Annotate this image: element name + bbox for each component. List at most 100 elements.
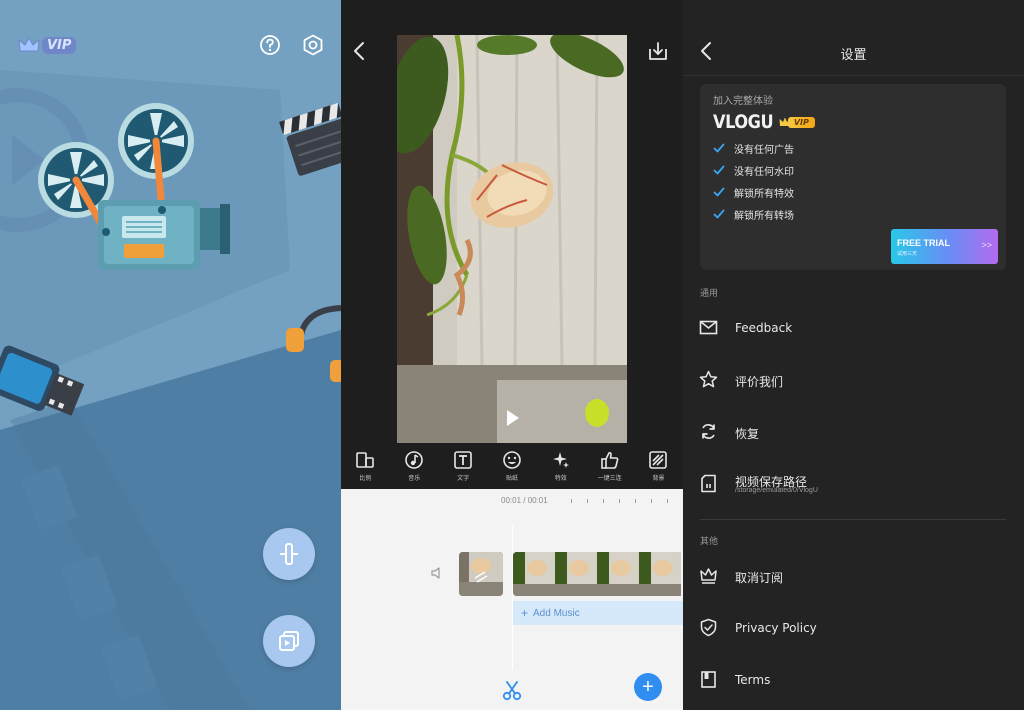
tool-triple-like[interactable]: 一键三连 [590, 450, 630, 482]
free-trial-sub: 试用三天 [897, 251, 918, 257]
tool-effects[interactable]: 特效 [541, 450, 581, 482]
sticker-icon [503, 451, 521, 469]
scissors-icon[interactable] [501, 679, 523, 701]
tool-ratio-label: 比例 [359, 475, 372, 482]
free-trial-button[interactable]: FREE TRIAL 试用三天 >> [891, 229, 998, 264]
editor-toolbar: 比例 音乐 文字 贴纸 特效 一键三连 背景 [341, 443, 683, 489]
sd-card-icon [701, 474, 716, 493]
check-icon [713, 165, 725, 175]
video-frame-image [397, 35, 627, 443]
vip-promo-card: 加入完整体验 VLOGU VIP 没有任何广告 没有任何水印 解锁所有特效 解锁… [700, 84, 1006, 270]
text-icon [454, 451, 472, 469]
add-clip-button[interactable]: + [634, 673, 662, 701]
perk-label: 解锁所有转场 [734, 210, 794, 222]
add-music-button[interactable]: + Add Music [513, 601, 683, 625]
help-icon[interactable] [259, 34, 281, 56]
editor-screen: 比例 音乐 文字 贴纸 特效 一键三连 背景 00:01 / 00:01 + A… [341, 0, 683, 710]
privacy-policy-row[interactable]: Privacy Policy [683, 610, 1024, 646]
rate-us-row[interactable]: 评价我们 [683, 362, 1024, 398]
tool-text-label: 文字 [457, 475, 470, 482]
plus-icon: + [521, 606, 529, 620]
home-illustration [0, 0, 341, 710]
unsubscribe-label: 取消订阅 [735, 571, 784, 585]
effects-icon [552, 452, 569, 468]
music-icon [405, 451, 424, 469]
section-general: 通用 [700, 289, 719, 299]
tool-music[interactable]: 音乐 [394, 450, 434, 482]
vip-label: VIP [42, 36, 77, 54]
perk-item: 解锁所有转场 [713, 207, 794, 222]
vip-chip: VIP [787, 116, 815, 128]
playhead[interactable] [512, 525, 513, 670]
tool-background-label: 背景 [652, 475, 665, 482]
collage-button[interactable] [263, 615, 315, 667]
add-music-label: Add Music [533, 607, 580, 619]
back-icon[interactable] [349, 40, 371, 62]
tool-music-label: 音乐 [408, 475, 421, 482]
crown-icon [700, 568, 717, 584]
restore-label: 恢复 [735, 427, 760, 441]
terms-row[interactable]: Terms [683, 662, 1024, 698]
timeline[interactable]: 00:01 / 00:01 + Add Music + [341, 489, 683, 710]
vip-badge[interactable]: VIP [18, 36, 77, 54]
star-icon [699, 370, 718, 388]
settings-gear-icon[interactable] [302, 34, 324, 56]
tool-ratio[interactable]: 比例 [345, 450, 385, 482]
tool-background[interactable]: 背景 [638, 450, 678, 482]
perk-item: 没有任何水印 [713, 163, 794, 178]
tool-triple-like-label: 一键三连 [597, 475, 622, 482]
video-clip[interactable] [513, 552, 683, 596]
mute-audio-icon[interactable] [430, 566, 444, 580]
thumbs-up-icon [600, 451, 619, 469]
feedback-row[interactable]: Feedback [683, 310, 1024, 346]
collage-icon [279, 631, 299, 651]
ratio-icon [356, 452, 375, 468]
export-download-icon[interactable] [647, 40, 669, 62]
feedback-label: Feedback [735, 321, 793, 335]
perk-list: 没有任何广告 没有任何水印 解锁所有特效 解锁所有转场 [713, 141, 794, 222]
clip-frame [513, 552, 555, 596]
perk-label: 解锁所有特效 [734, 188, 794, 200]
settings-screen: 设置 加入完整体验 VLOGU VIP 没有任何广告 没有任何水印 解锁所有特效 [683, 0, 1024, 710]
trim-button[interactable] [263, 528, 315, 580]
video-preview[interactable] [397, 35, 627, 443]
section-other: 其他 [700, 537, 719, 547]
add-icon: + [642, 676, 654, 698]
terms-label: Terms [735, 673, 771, 687]
time-ruler [571, 499, 668, 503]
divider [700, 519, 1006, 520]
tool-effects-label: 特效 [554, 475, 567, 482]
brand-logo: VLOGU VIP [713, 111, 815, 133]
home-screen: VIP [0, 0, 341, 710]
timecode: 00:01 / 00:01 [501, 496, 548, 505]
join-text: 加入完整体验 [713, 96, 773, 107]
unsubscribe-row[interactable]: 取消订阅 [683, 558, 1024, 594]
settings-header: 设置 [683, 0, 1024, 76]
double-chevron-icon: >> [981, 240, 992, 250]
free-trial-label: FREE TRIAL [897, 238, 950, 248]
refresh-icon [702, 424, 715, 439]
clip-frame [597, 552, 639, 596]
trim-icon [280, 543, 298, 565]
restore-row[interactable]: 恢复 [683, 414, 1024, 450]
check-icon [713, 187, 725, 197]
clip-frame [639, 552, 681, 596]
tool-sticker[interactable]: 贴纸 [492, 450, 532, 482]
check-icon [713, 143, 725, 153]
perk-label: 没有任何广告 [734, 144, 794, 156]
perk-item: 解锁所有特效 [713, 185, 794, 200]
cover-thumbnail [459, 552, 503, 596]
save-path-value: /storage/emulated/0/VlogU [735, 487, 818, 494]
save-path-row[interactable]: 视频保存路径 /storage/emulated/0/VlogU [683, 466, 1024, 510]
book-icon [701, 671, 716, 688]
perk-label: 没有任何水印 [734, 166, 794, 178]
mail-icon [699, 320, 718, 335]
shield-check-icon [700, 618, 717, 637]
privacy-policy-label: Privacy Policy [735, 621, 817, 635]
cover-clip[interactable] [459, 552, 503, 596]
tool-text[interactable]: 文字 [443, 450, 483, 482]
rate-us-label: 评价我们 [735, 375, 784, 389]
page-title: 设置 [840, 48, 867, 63]
brand-name: VLOGU [713, 111, 774, 133]
clip-frame [555, 552, 597, 596]
